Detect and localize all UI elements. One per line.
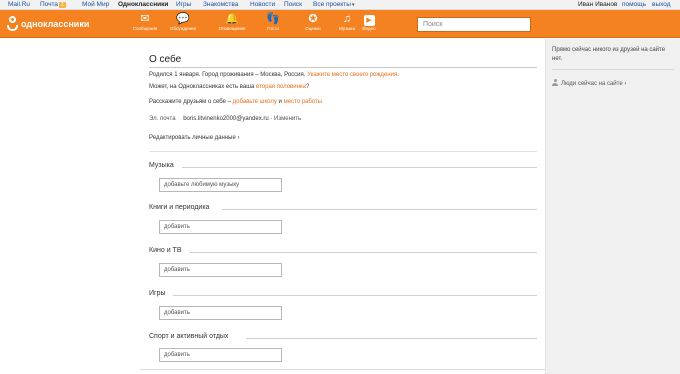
edit-personal-data-link[interactable]: Редактировать личные данные › <box>149 135 240 141</box>
section-rule <box>190 252 537 253</box>
section-rule <box>246 338 537 339</box>
partner-link[interactable]: вторая половинка <box>256 84 306 90</box>
rating-icon: ✪ <box>308 13 318 25</box>
video-play-icon: ▶ <box>363 15 375 26</box>
search-input[interactable]: Поиск <box>417 17 531 32</box>
nav-ratings-label: Оценки <box>305 26 321 31</box>
online-friends-panel: Прямо сейчас никого из друзей на сайте н… <box>545 39 680 374</box>
all-projects-dropdown[interactable]: Все проекты▾ <box>313 1 354 8</box>
section-title-music: Музыка <box>149 162 174 169</box>
add-info-line: Расскажите друзьям о себе – добавьте шко… <box>149 99 322 105</box>
games-input[interactable]: добавить <box>159 306 282 320</box>
add-work-link[interactable]: место работы <box>284 99 323 105</box>
site-logo[interactable]: одноклассники <box>6 15 89 33</box>
search-link[interactable]: Поиск <box>284 1 302 8</box>
nav-ratings[interactable]: ✪ Оценки <box>296 12 330 36</box>
envelope-icon: ✉ <box>140 13 150 25</box>
ok-logo-icon <box>6 16 18 32</box>
site-header: одноклассники ✉ Сообщения 💬 Обсуждения 🔔… <box>0 10 680 38</box>
section-title-books: Книги и периодика <box>149 204 210 211</box>
nav-messages-label: Сообщения <box>132 26 158 31</box>
exit-link[interactable]: выход <box>652 1 671 8</box>
section-rule <box>182 167 537 168</box>
section-title-sport: Спорт и активный отдых <box>149 333 229 340</box>
nav-video-label: Видео <box>362 26 376 31</box>
section-divider <box>149 151 537 152</box>
add-school-link[interactable]: добавьте школу <box>233 99 277 105</box>
games-link[interactable]: Игры <box>176 1 191 8</box>
title-divider <box>149 67 537 68</box>
logo-text: одноклассники <box>21 19 90 29</box>
partner-line: Может, на Одноклассниках есть ваша втора… <box>149 84 309 90</box>
news-link[interactable]: Новости <box>250 1 275 8</box>
music-input[interactable]: добавьте любимую музыку <box>159 178 282 192</box>
people-online-label: Люди сейчас на сайте › <box>561 81 627 87</box>
add-birthplace-link[interactable]: Укажите место своего рождения. <box>307 72 399 78</box>
section-rule <box>173 295 537 296</box>
section-title-games: Игры <box>149 290 166 297</box>
add-info-text: Расскажите друзьям о себе – <box>149 99 231 105</box>
help-link[interactable]: помощь <box>622 1 646 8</box>
section-title-movies: Кино и ТВ <box>149 247 182 254</box>
nav-messages[interactable]: ✉ Сообщения <box>128 12 162 36</box>
nav-notifications-label: Оповещения <box>218 26 246 31</box>
panel-divider <box>552 69 674 70</box>
ok-link[interactable]: Одноклассники <box>118 1 168 8</box>
mail-link[interactable]: Почта 1 <box>40 1 66 8</box>
person-icon <box>552 79 558 86</box>
nav-guests[interactable]: 👣 Гости <box>256 12 290 36</box>
nav-discussions-label: Обсуждения <box>169 26 197 31</box>
birth-info-text: Родился 1 января. Город проживания – Мос… <box>149 72 306 78</box>
section-rule <box>222 209 537 210</box>
footprints-icon: 👣 <box>266 13 280 25</box>
email-value: boris.litvinenko2000@yandex.ru <box>183 116 269 122</box>
mailru-link[interactable]: Mail.Ru <box>8 1 30 8</box>
nav-discussions[interactable]: 💬 Обсуждения <box>166 12 200 36</box>
people-online-link[interactable]: Люди сейчас на сайте › <box>552 79 626 87</box>
user-name-link[interactable]: Иван Иванов <box>578 1 617 8</box>
add-info-and: и <box>278 99 282 105</box>
myworld-link[interactable]: Мой Мир <box>82 1 109 8</box>
about-section: О себе Родился 1 января. Город проживани… <box>140 39 545 374</box>
bottom-divider <box>140 369 545 370</box>
movies-input[interactable]: добавить <box>159 263 282 277</box>
nav-video[interactable]: ▶ Видео <box>352 12 386 36</box>
sport-input[interactable]: добавить <box>159 348 282 362</box>
nav-notifications[interactable]: 🔔 Оповещения <box>215 12 249 36</box>
mail-count-badge: 1 <box>59 2 66 8</box>
dating-link[interactable]: Знакомства <box>203 1 238 8</box>
chevron-down-icon: ▾ <box>351 2 355 8</box>
left-column <box>0 39 140 374</box>
all-projects-label: Все проекты <box>313 1 351 8</box>
email-change-link[interactable]: · Изменить <box>270 116 301 122</box>
partner-text: Может, на Одноклассниках есть ваша <box>149 84 255 90</box>
mail-label: Почта <box>40 1 59 8</box>
bell-icon: 🔔 <box>225 13 239 25</box>
portal-topbar: Mail.Ru Почта 1 Мой Мир Одноклассники Игр… <box>0 0 680 10</box>
books-input[interactable]: добавить <box>159 220 282 234</box>
email-line: Эл. почта boris.litvinenko2000@yandex.ru… <box>149 116 301 122</box>
chat-icon: 💬 <box>176 13 190 25</box>
birth-info-line: Родился 1 января. Город проживания – Мос… <box>149 72 399 78</box>
partner-question: ? <box>306 84 310 90</box>
no-friends-online-text: Прямо сейчас никого из друзей на сайте н… <box>552 47 666 62</box>
nav-guests-label: Гости <box>267 26 279 31</box>
page-title: О себе <box>149 54 182 65</box>
email-label: Эл. почта <box>149 116 176 122</box>
